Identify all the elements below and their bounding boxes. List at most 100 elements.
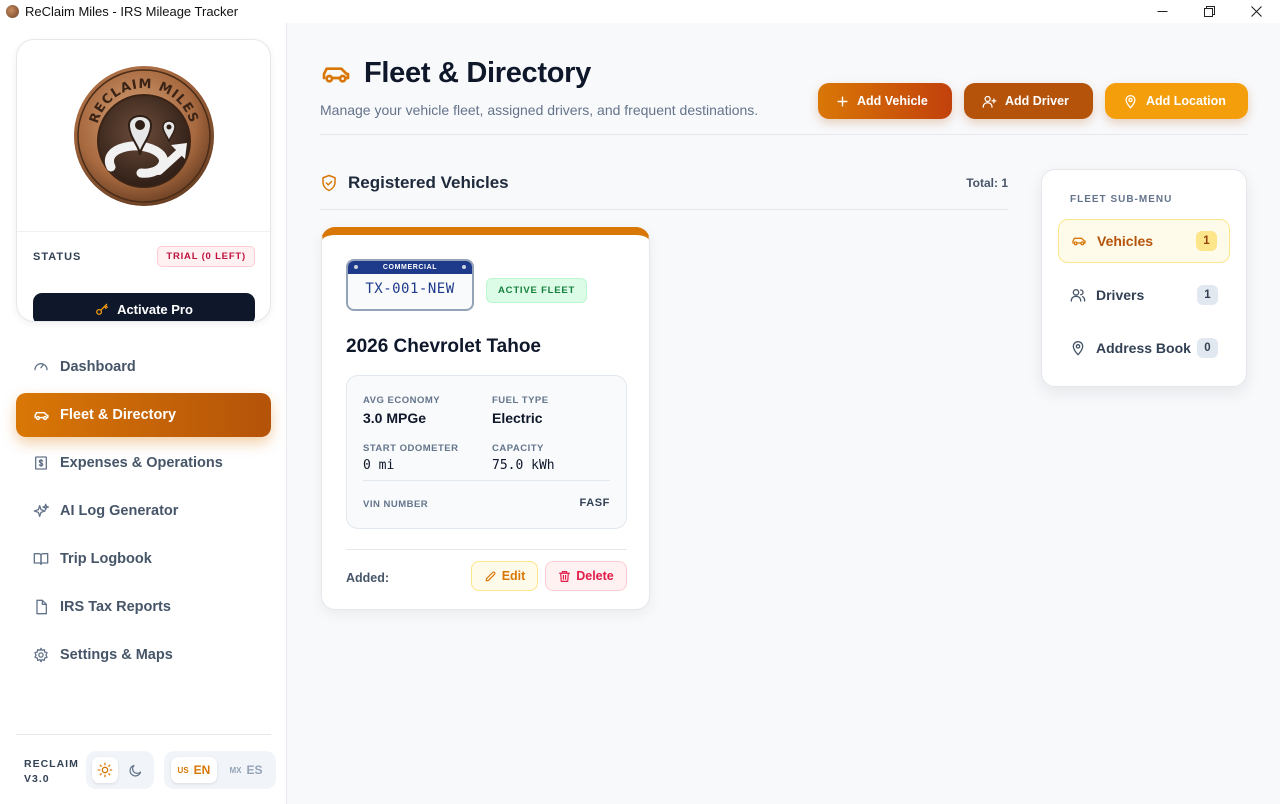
spec-label: START ODOMETER — [363, 443, 459, 454]
page-title: Fleet & Directory — [320, 57, 758, 90]
submenu-item-vehicles[interactable]: Vehicles 1 — [1058, 219, 1230, 263]
car-icon — [1071, 233, 1087, 249]
theme-toggle — [86, 751, 154, 789]
light-theme-button[interactable] — [92, 757, 118, 783]
nav-item-label: Dashboard — [60, 359, 136, 375]
close-button[interactable] — [1233, 0, 1280, 23]
status-row: STATUS TRIAL (0 LEFT) — [33, 246, 255, 267]
app-logo-icon — [6, 5, 19, 18]
delete-label: Delete — [576, 569, 614, 583]
header-actions: Add Vehicle Add Driver Add Location — [818, 83, 1248, 119]
edit-label: Edit — [501, 569, 526, 583]
language-en-button[interactable]: US EN — [170, 757, 218, 783]
window-titlebar: ReClaim Miles - IRS Mileage Tracker — [0, 0, 1280, 23]
nav-item-trip-logbook[interactable]: Trip Logbook — [16, 537, 271, 581]
start-odometer-spec: START ODOMETER 0 mi — [363, 443, 459, 473]
section-divider — [320, 209, 1008, 210]
count-badge: 0 — [1197, 338, 1218, 358]
gauge-icon — [32, 359, 50, 375]
file-icon — [32, 599, 50, 615]
status-badge: ACTIVE FLEET — [486, 278, 588, 303]
spec-label: FUEL TYPE — [492, 395, 549, 406]
nav-item-irs-tax-reports[interactable]: IRS Tax Reports — [16, 585, 271, 629]
users-icon — [1070, 287, 1086, 303]
moon-icon — [128, 764, 141, 777]
spec-label: AVG ECONOMY — [363, 395, 441, 406]
sidebar: RECLAIM MILES STATUS TRIAL (0 LEFT) Acti… — [0, 23, 287, 804]
add-location-label: Add Location — [1146, 94, 1226, 108]
mx-flag-label: MX — [229, 765, 242, 775]
spec-value: 75.0 kWh — [492, 458, 555, 473]
capacity-spec: CAPACITY 75.0 kWh — [492, 443, 555, 473]
add-driver-button[interactable]: Add Driver — [964, 83, 1093, 119]
count-badge: 1 — [1197, 285, 1218, 305]
spec-value: 0 mi — [363, 458, 395, 473]
status-label: STATUS — [33, 250, 82, 263]
vin-label: VIN NUMBER — [363, 499, 429, 510]
spec-value: Electric — [492, 410, 543, 426]
vehicles-section-header: Registered Vehicles Total: 1 — [320, 173, 1008, 193]
sidebar-footer: RECLAIM V3.0 US EN MX ES — [16, 734, 276, 804]
header-divider — [320, 134, 1248, 135]
spec-value: 3.0 MPGe — [363, 410, 427, 426]
nav-item-label: AI Log Generator — [60, 503, 179, 519]
submenu-item-address-book[interactable]: Address Book 0 — [1058, 326, 1230, 370]
key-icon — [95, 302, 109, 316]
plate-header: COMMERCIAL — [348, 261, 472, 274]
nav-item-ai-log-generator[interactable]: AI Log Generator — [16, 489, 271, 533]
spec-divider — [363, 480, 610, 481]
version-number: V3.0 — [24, 773, 50, 785]
card-divider — [346, 549, 627, 550]
avg-economy-spec: AVG ECONOMY 3.0 MPGe — [363, 395, 440, 426]
submenu-item-label: Vehicles — [1097, 233, 1154, 249]
brand-card: RECLAIM MILES STATUS TRIAL (0 LEFT) Acti… — [16, 39, 271, 322]
nav-item-fleet-directory[interactable]: Fleet & Directory — [16, 393, 271, 437]
user-plus-icon — [982, 94, 997, 109]
trash-icon — [558, 570, 571, 583]
sparkles-icon — [32, 503, 50, 519]
nav-item-label: Fleet & Directory — [60, 407, 177, 423]
plate-number: TX-001-NEW — [365, 281, 455, 297]
reclaim-miles-logo: RECLAIM MILES — [73, 65, 214, 206]
main-content: Fleet & Directory Manage your vehicle fl… — [288, 23, 1280, 804]
pencil-icon — [484, 570, 497, 583]
nav-item-settings-maps[interactable]: Settings & Maps — [16, 633, 271, 677]
close-icon — [1251, 6, 1262, 17]
maximize-button[interactable] — [1186, 0, 1233, 23]
shield-check-icon — [320, 174, 338, 192]
trial-badge: TRIAL (0 LEFT) — [157, 246, 255, 267]
vehicle-specs: AVG ECONOMY 3.0 MPGe FUEL TYPE Electric … — [346, 375, 627, 529]
fleet-submenu: FLEET SUB-MENU Vehicles 1 Drivers 1 Addr… — [1041, 169, 1247, 387]
minimize-button[interactable] — [1139, 0, 1186, 23]
add-vehicle-button[interactable]: Add Vehicle — [818, 83, 952, 119]
nav-item-label: IRS Tax Reports — [60, 599, 171, 615]
page-header: Fleet & Directory Manage your vehicle fl… — [320, 57, 758, 118]
submenu-item-label: Address Book — [1096, 340, 1191, 356]
edit-vehicle-button[interactable]: Edit — [471, 561, 538, 591]
delete-vehicle-button[interactable]: Delete — [545, 561, 627, 591]
submenu-item-label: Drivers — [1096, 287, 1145, 303]
page-title-text: Fleet & Directory — [364, 57, 591, 89]
dark-theme-button[interactable] — [122, 757, 148, 783]
us-flag-label: US — [177, 765, 189, 775]
car-icon — [32, 407, 50, 424]
plus-icon — [836, 95, 849, 108]
add-location-button[interactable]: Add Location — [1105, 83, 1248, 119]
nav-item-label: Settings & Maps — [60, 647, 173, 663]
license-plate: COMMERCIAL TX-001-NEW — [346, 259, 474, 311]
language-es-button[interactable]: MX ES — [222, 757, 269, 783]
vin-value: FASF — [579, 497, 610, 509]
nav-item-expenses-operations[interactable]: Expenses & Operations — [16, 441, 271, 485]
minimize-icon — [1157, 11, 1168, 12]
nav-item-dashboard[interactable]: Dashboard — [16, 345, 271, 389]
nav-item-label: Expenses & Operations — [60, 455, 223, 471]
app-version: RECLAIM V3.0 — [24, 757, 79, 787]
submenu-item-drivers[interactable]: Drivers 1 — [1058, 273, 1230, 317]
submenu-title: FLEET SUB-MENU — [1070, 194, 1173, 205]
sun-icon — [97, 762, 113, 778]
activate-pro-button[interactable]: Activate Pro — [33, 293, 255, 321]
window-title: ReClaim Miles - IRS Mileage Tracker — [25, 4, 239, 19]
spec-label: CAPACITY — [492, 443, 544, 454]
gear-icon — [32, 647, 50, 663]
language-en-label: EN — [193, 763, 211, 777]
